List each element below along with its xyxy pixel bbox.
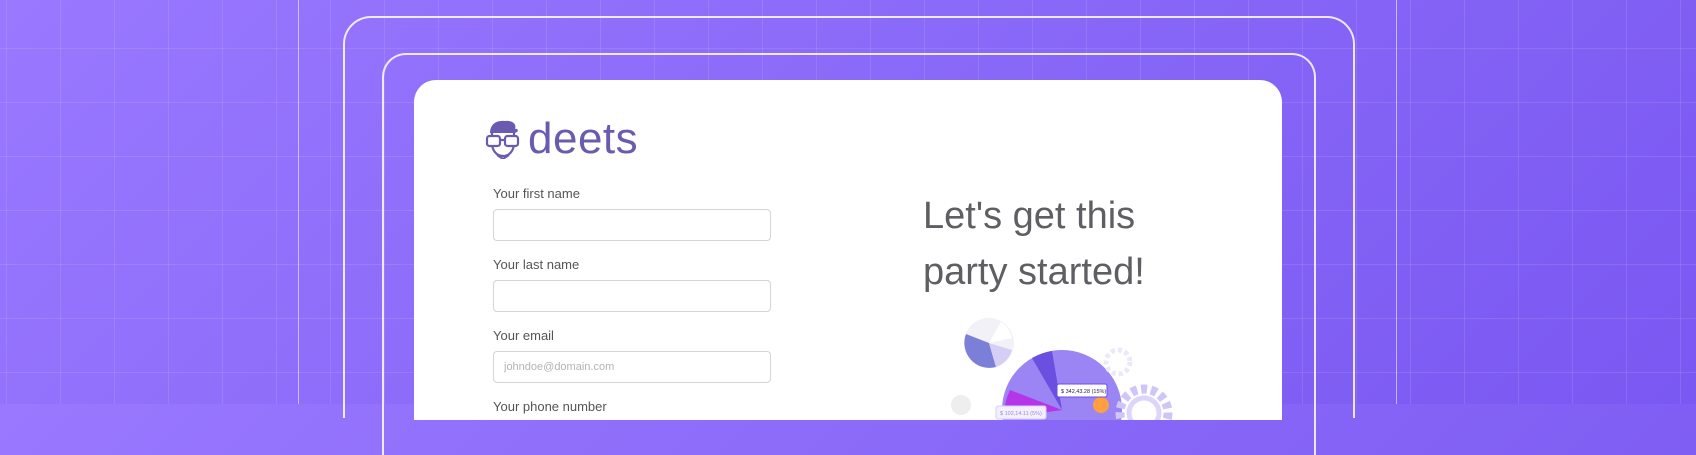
- small-gear-icon: [1103, 347, 1133, 377]
- badge-icon: [1093, 397, 1109, 413]
- guide-line-left: [298, 0, 299, 404]
- first-name-input[interactable]: [493, 209, 771, 241]
- email-label: Your email: [493, 328, 554, 343]
- hero-line-1: Let's get this: [923, 195, 1136, 237]
- first-name-label: Your first name: [493, 186, 580, 201]
- nerd-mascot-icon: [485, 120, 520, 159]
- last-name-input[interactable]: [493, 280, 771, 312]
- signup-form: Your first name Your last name Your emai…: [493, 186, 771, 422]
- value-tag-primary-text: $ 342,43.28 (15%): [1061, 389, 1106, 395]
- phone-label: Your phone number: [493, 399, 607, 414]
- hero-headline: Let's get this party started!: [923, 188, 1223, 300]
- email-input[interactable]: [493, 351, 771, 383]
- last-name-label: Your last name: [493, 257, 580, 272]
- brand-name: deets: [528, 114, 639, 163]
- brand-logo: deets: [484, 114, 638, 164]
- hero-line-2: party started!: [923, 251, 1145, 293]
- value-tag-secondary-text: $ 102,14.11 (5%): [1000, 411, 1042, 417]
- signup-card: deets Your first name Your last name You…: [414, 80, 1282, 420]
- guide-line-right: [1396, 0, 1397, 404]
